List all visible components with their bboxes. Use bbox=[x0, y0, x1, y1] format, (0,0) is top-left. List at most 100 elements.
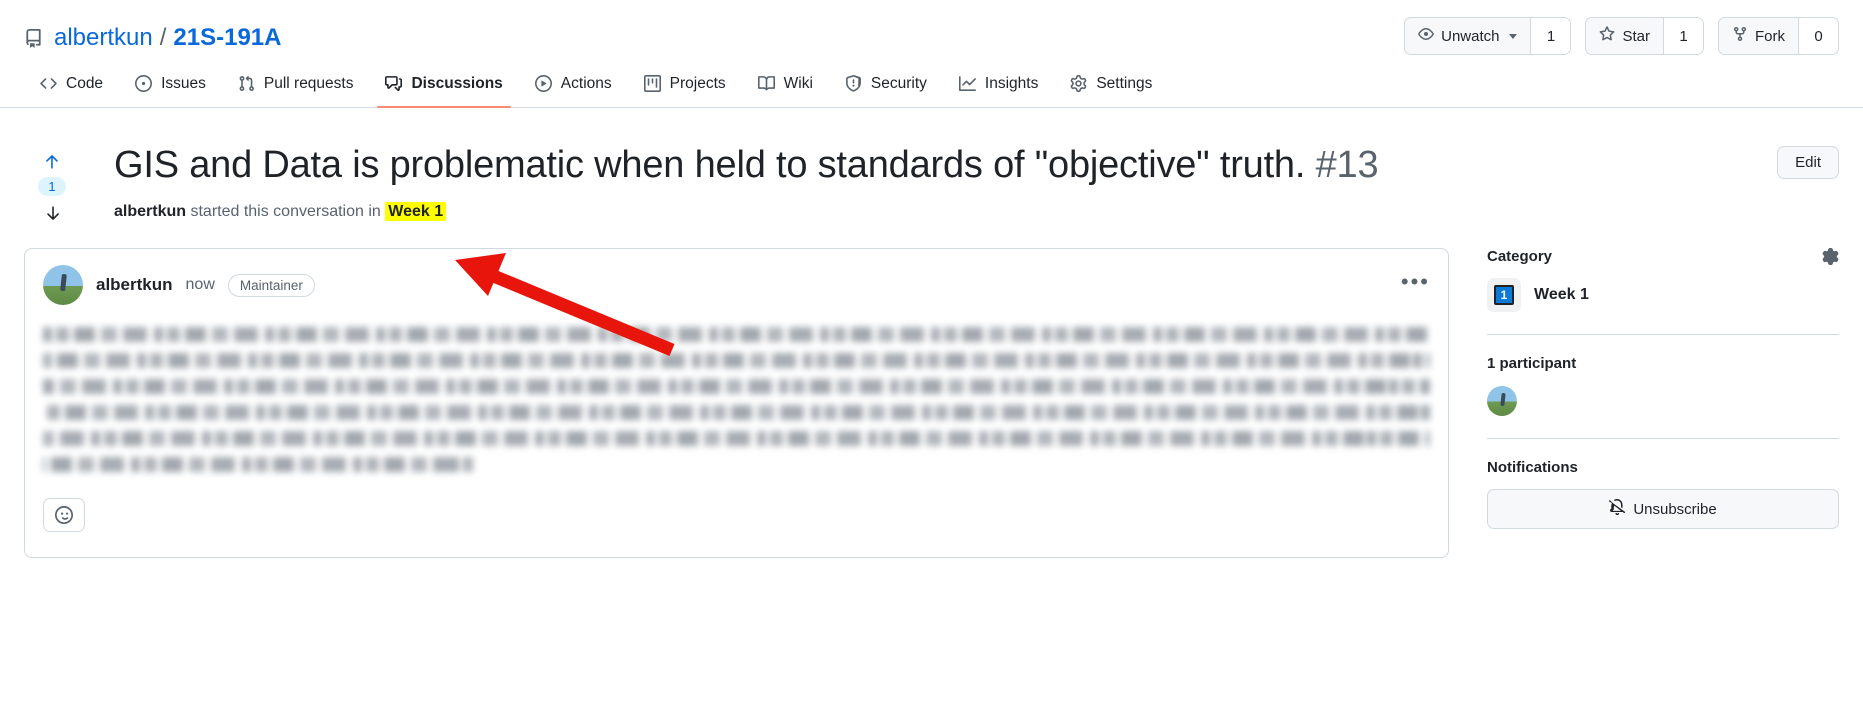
tab-code-label: Code bbox=[66, 74, 104, 92]
vote-column: 1 bbox=[24, 142, 80, 224]
unsubscribe-label: Unsubscribe bbox=[1633, 500, 1717, 518]
participant-list bbox=[1487, 386, 1839, 416]
repo-book-icon bbox=[24, 27, 44, 49]
kebab-horizontal-icon[interactable]: ••• bbox=[1401, 271, 1430, 293]
discussion-number: #13 bbox=[1315, 144, 1379, 186]
sidebar-section-category: Category 1 Week 1 bbox=[1487, 248, 1839, 312]
graph-icon bbox=[958, 75, 976, 92]
participant-avatar[interactable] bbox=[1487, 386, 1517, 416]
fork-button[interactable]: Fork bbox=[1719, 18, 1798, 54]
star-label: Star bbox=[1622, 27, 1650, 45]
category-emoji-icon: 1 bbox=[1487, 278, 1521, 312]
fork-label: Fork bbox=[1755, 27, 1785, 45]
downvote-button[interactable] bbox=[44, 202, 61, 224]
sidebar-participants-title: 1 participant bbox=[1487, 355, 1577, 372]
watch-button-group: Unwatch 1 bbox=[1404, 17, 1572, 55]
tab-pull-requests[interactable]: Pull requests bbox=[222, 60, 370, 107]
breadcrumb-separator: / bbox=[159, 24, 167, 51]
comment-card: albertkun now Maintainer ••• bbox=[24, 248, 1449, 558]
tab-wiki-label: Wiki bbox=[783, 74, 813, 92]
repository-nav-tabs: Code Issues Pull requests Discussions Ac… bbox=[0, 60, 1863, 108]
title-column: GIS and Data is problematic when held to… bbox=[80, 142, 1839, 222]
tab-settings[interactable]: Settings bbox=[1054, 60, 1168, 107]
redacted-text-line bbox=[43, 379, 1430, 394]
avatar[interactable] bbox=[43, 265, 83, 305]
sidebar-section-participants: 1 participant bbox=[1487, 355, 1839, 416]
unsubscribe-button[interactable]: Unsubscribe bbox=[1487, 489, 1839, 529]
discussion-main-column: albertkun now Maintainer ••• bbox=[24, 248, 1449, 558]
tab-projects[interactable]: Projects bbox=[628, 60, 742, 107]
repository-actions: Unwatch 1 Star 1 Fork 0 bbox=[1404, 17, 1839, 55]
watch-count: 1 bbox=[1530, 18, 1571, 54]
sidebar-category-row[interactable]: 1 Week 1 bbox=[1487, 278, 1839, 312]
book-icon bbox=[757, 75, 775, 92]
upvote-button[interactable] bbox=[44, 150, 61, 172]
redacted-text-line bbox=[43, 353, 1430, 368]
repo-name-link[interactable]: 21S-191A bbox=[173, 24, 281, 52]
discussion-title-text: GIS and Data is problematic when held to… bbox=[114, 144, 1306, 186]
category-emoji-label: 1 bbox=[1494, 285, 1514, 305]
comment-timestamp: now bbox=[185, 276, 215, 293]
tab-actions[interactable]: Actions bbox=[519, 60, 628, 107]
edit-button[interactable]: Edit bbox=[1777, 146, 1839, 179]
fork-icon bbox=[1732, 26, 1748, 46]
discussion-sidebar: Category 1 Week 1 1 participant Notifica… bbox=[1487, 248, 1839, 558]
tab-insights[interactable]: Insights bbox=[943, 60, 1054, 107]
breadcrumb: albertkun / 21S-191A bbox=[54, 24, 281, 52]
discussion-content: 1 GIS and Data is problematic when held … bbox=[0, 108, 1863, 568]
discussion-header: 1 GIS and Data is problematic when held … bbox=[24, 108, 1839, 224]
redacted-text-line bbox=[43, 431, 1430, 446]
comment-body-redacted bbox=[43, 327, 1430, 472]
comment-author[interactable]: albertkun bbox=[96, 275, 173, 295]
gear-icon bbox=[1070, 75, 1087, 92]
redacted-text-line bbox=[43, 457, 473, 472]
repo-owner-link[interactable]: albertkun bbox=[54, 24, 153, 52]
comment-discussion-icon bbox=[385, 75, 403, 92]
sidebar-divider bbox=[1487, 438, 1839, 439]
star-count: 1 bbox=[1663, 18, 1703, 54]
discussion-byline: albertkun started this conversation in W… bbox=[114, 202, 1839, 222]
fork-count: 0 bbox=[1798, 18, 1838, 54]
star-button[interactable]: Star bbox=[1586, 18, 1663, 54]
bell-slash-icon bbox=[1609, 499, 1626, 519]
tab-security[interactable]: Security bbox=[829, 60, 943, 107]
tab-issues-label: Issues bbox=[161, 74, 206, 92]
sidebar-section-notifications: Notifications Unsubscribe bbox=[1487, 459, 1839, 529]
byline-author[interactable]: albertkun bbox=[114, 203, 186, 220]
tab-insights-label: Insights bbox=[984, 74, 1039, 92]
tab-projects-label: Projects bbox=[669, 74, 726, 92]
tab-actions-label: Actions bbox=[560, 74, 612, 92]
github-discussion-page: albertkun / 21S-191A Unwatch 1 Star 1 Fo… bbox=[0, 0, 1863, 716]
tab-code[interactable]: Code bbox=[24, 60, 119, 107]
unwatch-button[interactable]: Unwatch bbox=[1405, 18, 1531, 54]
star-icon bbox=[1599, 26, 1615, 46]
project-icon bbox=[643, 75, 661, 92]
sidebar-divider bbox=[1487, 334, 1839, 335]
byline-text: started this conversation in bbox=[190, 203, 381, 221]
sidebar-notifications-title: Notifications bbox=[1487, 459, 1578, 476]
unwatch-label: Unwatch bbox=[1441, 27, 1500, 45]
gear-icon[interactable] bbox=[1822, 248, 1839, 270]
smiley-icon[interactable] bbox=[43, 498, 85, 532]
fork-button-group: Fork 0 bbox=[1718, 17, 1839, 55]
tab-settings-label: Settings bbox=[1096, 74, 1153, 92]
tab-issues[interactable]: Issues bbox=[119, 60, 222, 107]
star-button-group: Star 1 bbox=[1585, 17, 1704, 55]
tab-pull-requests-label: Pull requests bbox=[263, 74, 354, 92]
tab-discussions[interactable]: Discussions bbox=[369, 60, 518, 108]
page-title: GIS and Data is problematic when held to… bbox=[114, 142, 1839, 188]
byline-category-link[interactable]: Week 1 bbox=[385, 202, 447, 222]
redacted-text-line bbox=[43, 405, 1430, 420]
tab-security-label: Security bbox=[870, 74, 927, 92]
shield-icon bbox=[845, 75, 862, 92]
git-pull-request-icon bbox=[238, 75, 255, 92]
code-icon bbox=[40, 75, 57, 92]
tab-discussions-label: Discussions bbox=[411, 74, 503, 92]
tab-wiki[interactable]: Wiki bbox=[742, 60, 829, 107]
repository-header: albertkun / 21S-191A Unwatch 1 Star 1 Fo… bbox=[0, 0, 1863, 60]
sidebar-category-title: Category bbox=[1487, 248, 1553, 265]
issue-opened-icon bbox=[135, 75, 153, 92]
sidebar-category-name: Week 1 bbox=[1534, 286, 1589, 303]
comment-header: albertkun now Maintainer bbox=[43, 265, 1430, 305]
vote-count: 1 bbox=[38, 177, 66, 196]
